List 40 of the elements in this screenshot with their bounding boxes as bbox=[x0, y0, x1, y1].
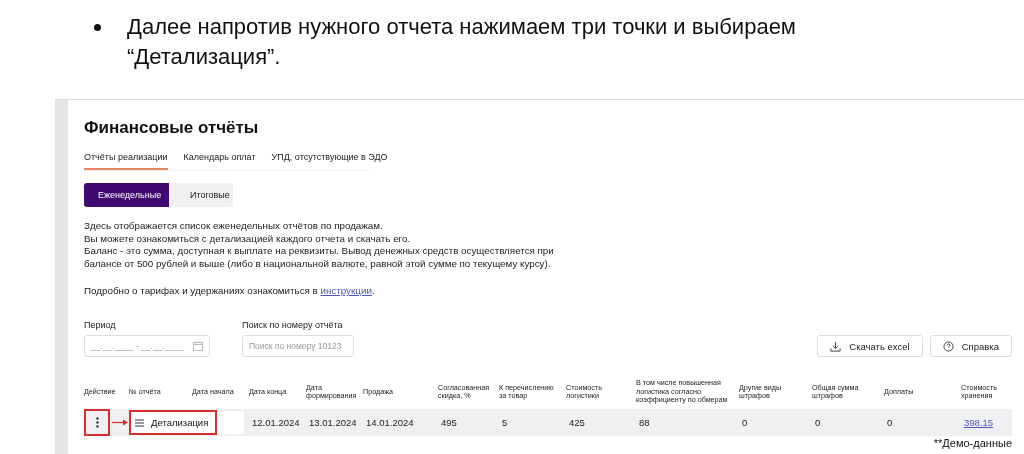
table-cell-text: 0 bbox=[741, 417, 748, 428]
field-label: Период bbox=[84, 319, 117, 331]
tab[interactable]: Отчёты реализации bbox=[84, 147, 168, 170]
menu-item[interactable]: Детализация bbox=[129, 410, 217, 435]
calendar-icon bbox=[193, 341, 203, 351]
field-label: Поиск по номеру отчёта bbox=[242, 319, 344, 331]
kebab-icon bbox=[95, 417, 99, 428]
table-cell-text: 13.01.2024 bbox=[308, 417, 357, 428]
table-cell-text: 425 bbox=[568, 417, 585, 428]
date-range-field[interactable]: __.__.____ - __.__.____ bbox=[84, 335, 210, 357]
tab[interactable]: УПД, отсутствующие в ЭДО bbox=[271, 147, 388, 170]
table-cell-text: 0 bbox=[886, 417, 893, 428]
table-cell-text: 0 bbox=[814, 417, 821, 428]
description-line: Баланс - это сумма, доступная к выплате на реквизиты. Вывод денежных средств осуществляется при bbox=[84, 245, 554, 258]
download-icon bbox=[830, 340, 842, 352]
more-button[interactable] bbox=[84, 409, 110, 436]
instructions-link[interactable]: инструкции bbox=[320, 285, 372, 296]
search-field[interactable]: Поиск по номеру 10123 bbox=[242, 335, 354, 357]
toggle-segment[interactable]: Еженедельные bbox=[84, 183, 169, 207]
table-cell-text: 12.01.2024 bbox=[251, 417, 300, 428]
list-icon bbox=[135, 418, 144, 427]
menu-item-label: Детализация bbox=[151, 417, 209, 428]
download-button[interactable]: Скачать excel bbox=[817, 335, 923, 357]
demo-data-note: **Демо-данные bbox=[933, 437, 1012, 449]
table-cell-text: 14.01.2024 bbox=[365, 417, 414, 428]
bullet-icon bbox=[94, 24, 101, 31]
table-cell-text: 5 bbox=[501, 417, 508, 428]
table-cell-text: 88 bbox=[638, 417, 650, 428]
description-line: балансе от 500 рублей и выше (либо в национальной валюте, равной этой сумме по текущему курсу). bbox=[84, 257, 551, 270]
instruction-text: Далее напротив нужного отчета нажимаем три точки и выбираем “Детализация”. bbox=[127, 13, 797, 71]
table-cell-text: 495 bbox=[440, 417, 457, 428]
annotation-arrow bbox=[112, 419, 129, 426]
info-text: Подробно о тарифах и удержаниях ознакомиться в инструкции. bbox=[84, 285, 375, 297]
description-line: Здесь отображается список еженедельных отчётов по продажам. bbox=[84, 220, 383, 233]
help-icon bbox=[942, 340, 954, 352]
storage-cost-link[interactable]: 398.15 bbox=[964, 417, 994, 428]
description-line: Вы можете ознакомиться с детализацией каждого отчета и скачать его. bbox=[84, 232, 411, 245]
help-button[interactable]: Справка bbox=[929, 335, 1012, 357]
page-title: Финансовые отчёты bbox=[84, 117, 260, 139]
tab[interactable]: Календарь оплат bbox=[183, 147, 256, 170]
